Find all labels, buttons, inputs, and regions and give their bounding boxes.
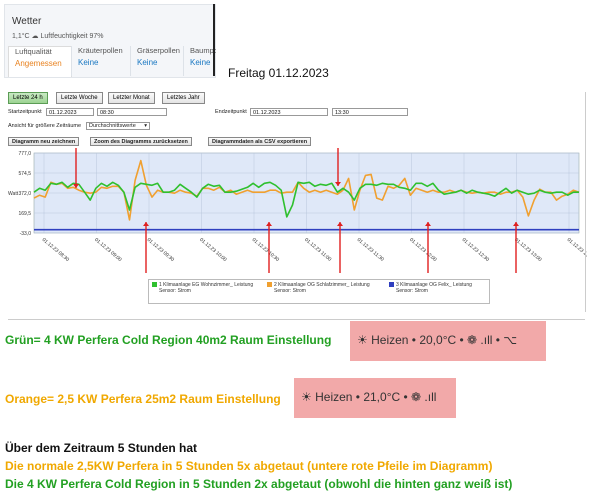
x-tick-label: 01.12.23 10:30	[251, 237, 281, 263]
legend-sensor: Sensor: Strom	[159, 288, 191, 294]
view-select-value: Durchschnittswerte	[89, 123, 136, 129]
view-label: Ansicht für größere Zeiträume	[8, 123, 82, 129]
chart-panel: Letzte 24 h Letzte Woche Letzter Monat L…	[4, 92, 587, 320]
start-date-input[interactable]: 01.12.2023	[46, 108, 94, 116]
y-axis-label: Watt	[8, 191, 19, 197]
herb-pollen-cell[interactable]: Kräuterpollen Keine	[71, 46, 130, 76]
legend-swatch	[389, 282, 394, 288]
air-quality-value: Angemessen	[15, 59, 62, 68]
green-settings-text: ☀ Heizen • 20,0°C • ❁ .ıll • ⌥	[357, 333, 518, 347]
view-select[interactable]: Durchschnittswerte ▾	[86, 122, 150, 130]
grass-pollen-cell[interactable]: Gräserpollen Keine	[130, 46, 185, 76]
summary-orange: Die normale 2,5KW Perfera in 5 Stunden 5…	[5, 459, 493, 473]
legend-sensor: Sensor: Strom	[396, 288, 428, 294]
air-quality-label: Luftqualität	[15, 47, 52, 56]
x-tick-label: 01.12.23 13:30	[566, 237, 587, 263]
y-tick-label: 372,0	[18, 191, 31, 197]
panel-bottom-border	[8, 319, 585, 320]
export-csv-button[interactable]: Diagrammdaten als CSV exportieren	[208, 137, 312, 146]
legend-item-orange[interactable]: 2 Klimaanlage OG Schlafzimmer_ Leistung …	[267, 282, 370, 294]
x-tick-label: 01.12.23 10:00	[198, 237, 228, 263]
air-quality-cell[interactable]: Luftqualität Angemessen	[8, 46, 72, 77]
y-tick-label: 574,5	[18, 171, 31, 177]
summary-green: Die 4 KW Perfera Cold Region in 5 Stunde…	[5, 477, 513, 491]
legend-swatch	[267, 282, 272, 288]
weather-widget: Wetter 1,1°C ☁ Luftfeuchtigkeit 97% Luft…	[4, 4, 216, 78]
legend-sensor: Sensor: Strom	[274, 288, 306, 294]
weather-subtitle: 1,1°C ☁ Luftfeuchtigkeit 97%	[12, 33, 104, 40]
x-tick-label: 01.12.23 13:00	[513, 237, 543, 263]
panel-border	[585, 92, 586, 312]
end-date-input[interactable]: 01.12.2023	[250, 108, 328, 116]
x-tick-label: 01.12.23 12:00	[408, 237, 438, 263]
tab-last-24h[interactable]: Letzte 24 h	[8, 92, 48, 104]
orange-settings-screenshot: ☀ Heizen • 21,0°C • ❁ .ıll	[294, 378, 456, 418]
tab-last-month[interactable]: Letzter Monat	[108, 92, 155, 104]
x-tick-label: 01.12.23 09:00	[93, 237, 123, 263]
x-tick-label: 01.12.23 08:30	[41, 237, 71, 263]
power-line-chart: 777,0 574,5 372,0 169,5 -33,0 Watt 01.12.23 08…	[8, 148, 587, 273]
chevron-down-icon: ▾	[144, 123, 147, 129]
redraw-button[interactable]: Diagramm neu zeichnen	[8, 137, 80, 146]
grass-pollen-value: Keine	[137, 58, 158, 67]
green-note: Grün= 4 KW Perfera Cold Region 40m2 Raum…	[5, 333, 332, 347]
date-label: Freitag 01.12.2023	[228, 66, 329, 80]
chart-legend: 1 Klimaanlage EG Wohnzimmer_ Leistung Se…	[148, 279, 490, 304]
summary-heading: Über dem Zeitraum 5 Stunden hat	[5, 441, 198, 455]
x-tick-label: 01.12.23 11:30	[356, 237, 385, 263]
orange-note: Orange= 2,5 KW Perfera 25m2 Raum Einstel…	[5, 392, 281, 406]
herb-pollen-label: Kräuterpollen	[78, 46, 123, 55]
orange-settings-text: ☀ Heizen • 21,0°C • ❁ .ıll	[301, 390, 437, 404]
crop-edge	[213, 4, 215, 76]
x-tick-label: 01.12.23 12:30	[461, 237, 491, 263]
end-time-input[interactable]: 13:30	[332, 108, 408, 116]
reset-zoom-button[interactable]: Zoom des Diagramms zurücksetzen	[90, 137, 192, 146]
weather-title: Wetter	[12, 16, 42, 27]
legend-item-green[interactable]: 1 Klimaanlage EG Wohnzimmer_ Leistung Se…	[152, 282, 253, 294]
legend-item-blue[interactable]: 3 Klimaanlage OG Felix_ Leistung Sensor:…	[389, 282, 472, 294]
y-tick-label: 169,5	[18, 211, 31, 217]
tab-last-year[interactable]: Letztes Jahr	[162, 92, 205, 104]
tab-last-week[interactable]: Letzte Woche	[56, 92, 103, 104]
tree-pollen-cell[interactable]: Baumpo Keine	[183, 46, 216, 76]
grass-pollen-label: Gräserpollen	[137, 46, 180, 55]
y-tick-label: -33,0	[20, 231, 32, 237]
y-tick-label: 777,0	[18, 151, 31, 157]
green-settings-screenshot: ☀ Heizen • 20,0°C • ❁ .ıll • ⌥	[350, 321, 546, 361]
x-tick-label: 01.12.23 11:00	[303, 237, 332, 263]
start-time-input[interactable]: 08:30	[97, 108, 167, 116]
sun-icon: ☀	[357, 333, 368, 347]
legend-swatch	[152, 282, 157, 288]
end-label: Endzeitpunkt	[215, 109, 247, 115]
start-label: Startzeitpunkt	[8, 109, 42, 115]
x-tick-label: 01.12.23 09:30	[146, 237, 176, 263]
herb-pollen-value: Keine	[78, 58, 99, 67]
sun-icon: ☀	[301, 390, 312, 404]
